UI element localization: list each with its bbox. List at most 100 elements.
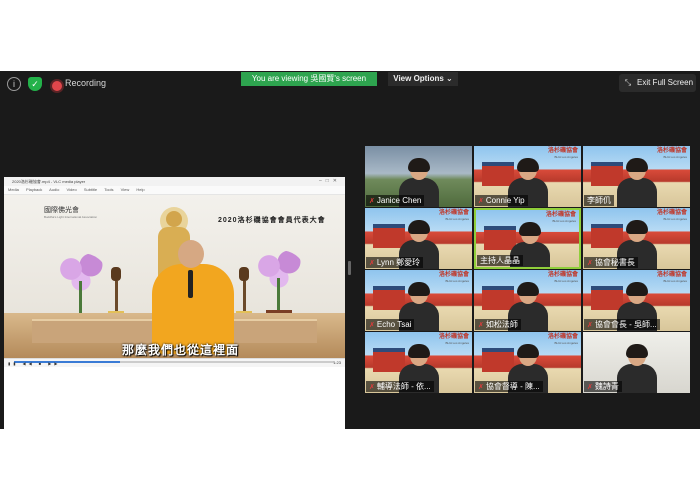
participant-tile[interactable]: 洛杉磯協會 BLIA Los Angeles ✗ Echo Tsai <box>365 270 472 331</box>
video-subtitle: 那麼我們也從這裡面 <box>122 343 240 357</box>
participant-name-tag: ✗ Janice Chen <box>366 195 425 206</box>
participant-name: 李師仉 <box>587 196 611 205</box>
player-controls: ▮▮ ◀◀ ■ ▶▶ 1:23 <box>4 358 345 367</box>
zoom-meeting-window: i ✓ Recording You are viewing 吳國賢's scre… <box>0 71 700 429</box>
participant-tile[interactable]: 洛杉磯協會 BLIA Los Angeles ✗ 協會秘書長 <box>583 208 690 269</box>
shield-icon[interactable]: ✓ <box>28 77 42 91</box>
recording-icon <box>50 79 64 93</box>
view-options-button[interactable]: View Options ⌄ <box>388 72 458 86</box>
participant-tile[interactable]: ✗ 魏詩青 <box>583 332 690 393</box>
player-menu-bar: Media Playback Audio Video Subtitle Tool… <box>4 186 345 195</box>
participant-tile[interactable]: 洛杉磯協會 BLIA Los Angeles ✗ 協會會長 - 吳師... <box>583 270 690 331</box>
participant-tile[interactable]: 洛杉磯協會 BLIA Los Angeles ✗ 協會督導 - 陳... <box>474 332 581 393</box>
muted-mic-icon: ✗ <box>587 260 593 267</box>
participant-name: Janice Chen <box>376 196 422 205</box>
brand-sub: BLIA Los Angeles <box>663 217 687 221</box>
playback-buttons[interactable]: ▮▮ ◀◀ ■ ▶▶ <box>8 361 60 366</box>
video-frame: 國際佛光會 Buddha's Light International Assoc… <box>4 195 345 358</box>
view-options-label: View Options ⌄ <box>393 74 453 83</box>
participant-video <box>617 344 657 393</box>
info-icon[interactable]: i <box>7 77 21 91</box>
brand-label: 洛杉磯協會 BLIA Los Angeles <box>548 334 578 346</box>
participant-name: 魏詩青 <box>594 382 619 391</box>
exit-full-screen-icon: ⤡ <box>624 78 632 87</box>
menu-item-tools[interactable]: Tools <box>104 187 113 192</box>
participant-name-tag: ✗ Echo Tsai <box>366 319 415 330</box>
logo-subtext: Buddha's Light International Association <box>44 215 98 219</box>
brand-label: 洛杉磯協會 BLIA Los Angeles <box>657 210 687 222</box>
menu-item-help[interactable]: Help <box>136 187 144 192</box>
brand-label: 洛杉磯協會 BLIA Los Angeles <box>546 212 576 224</box>
participant-gallery: ✗ Janice Chen 洛杉磯協會 BLIA Los Angeles ✗ Connie… <box>365 146 690 394</box>
participant-name-tag: ✗ Connie Yip <box>475 195 528 206</box>
brand-label: 洛杉磯協會 BLIA Los Angeles <box>657 148 687 160</box>
brand-sub: BLIA Los Angeles <box>554 341 578 345</box>
brand-sub: BLIA Los Angeles <box>445 217 469 221</box>
muted-mic-icon: ✗ <box>369 322 375 329</box>
participant-name: 輔導法師 - 依... <box>376 382 431 391</box>
brand-sub: BLIA Los Angeles <box>554 155 578 159</box>
brand-label: 洛杉磯協會 BLIA Los Angeles <box>439 334 469 346</box>
brand-label: 洛杉磯協會 BLIA Los Angeles <box>439 210 469 222</box>
muted-mic-icon: ✗ <box>369 384 375 391</box>
time-label: 1:23 <box>333 360 341 365</box>
participant-tile[interactable]: 洛杉磯協會 BLIA Los Angeles ✗ 輔導法師 - 依... <box>365 332 472 393</box>
brand-sub: BLIA Los Angeles <box>445 341 469 345</box>
participant-name: 主持人晶晶 <box>480 256 520 265</box>
menu-item-view[interactable]: View <box>121 187 130 192</box>
exit-full-screen-label: Exit Full Screen <box>637 78 694 87</box>
participant-name-tag: ✗ Lynn 鄭愛玲 <box>366 257 424 268</box>
muted-mic-icon: ✗ <box>369 198 375 205</box>
participant-name: Connie Yip <box>485 196 525 205</box>
blia-logo: 國際佛光會 Buddha's Light International Assoc… <box>44 205 97 219</box>
menu-item-media[interactable]: Media <box>8 187 19 192</box>
brand-label: 洛杉磯協會 BLIA Los Angeles <box>548 148 578 160</box>
brand-sub: BLIA Los Angeles <box>445 279 469 283</box>
menu-item-subtitle[interactable]: Subtitle <box>84 187 97 192</box>
menu-item-audio[interactable]: Audio <box>49 187 59 192</box>
participant-name-tag: ✗ 輔導法師 - 依... <box>366 381 434 392</box>
menu-item-playback[interactable]: Playback <box>26 187 42 192</box>
brand-sub: BLIA Los Angeles <box>663 279 687 283</box>
split-handle[interactable] <box>348 261 351 275</box>
participant-tile[interactable]: 洛杉磯協會 BLIA Los Angeles ✗ Lynn 鄭愛玲 <box>365 208 472 269</box>
exit-full-screen-button[interactable]: ⤡ Exit Full Screen <box>619 74 696 92</box>
participant-name-tag: ✗ 協會督導 - 陳... <box>475 381 543 392</box>
participant-tile[interactable]: 洛杉磯協會 BLIA Los Angeles 主持人晶晶 <box>474 208 581 269</box>
participant-tile[interactable]: 洛杉磯協會 BLIA Los Angeles ✗ Connie Yip <box>474 146 581 207</box>
participant-name: 協會會長 - 吳師... <box>594 320 657 329</box>
player-title-bar: 2020洛杉磯協會.mp4 - VLC media player –□✕ <box>4 177 345 186</box>
muted-mic-icon: ✗ <box>587 384 593 391</box>
participant-name: 協會督導 - 陳... <box>485 382 540 391</box>
meeting-top-bar: i ✓ Recording You are viewing 吳國賢's scre… <box>0 71 700 97</box>
brand-label: 洛杉磯協會 BLIA Los Angeles <box>657 272 687 284</box>
player-title: 2020洛杉磯協會.mp4 - VLC media player <box>12 179 86 184</box>
muted-mic-icon: ✗ <box>478 198 484 205</box>
participant-name: 協會秘書長 <box>594 258 635 267</box>
brand-label: 洛杉磯協會 BLIA Los Angeles <box>548 272 578 284</box>
participant-tile[interactable]: ✗ Janice Chen <box>365 146 472 207</box>
participant-name-tag: ✗ 協會秘書長 <box>584 257 638 268</box>
participant-name-tag: ✗ 如松法師 <box>475 319 521 330</box>
participant-tile[interactable]: 洛杉磯協會 BLIA Los Angeles 李師仉 <box>583 146 690 207</box>
muted-mic-icon: ✗ <box>587 322 593 329</box>
participant-name-tag: ✗ 協會會長 - 吳師... <box>584 319 660 330</box>
participant-name: Echo Tsai <box>376 320 412 329</box>
participant-name-tag: ✗ 魏詩青 <box>584 381 622 392</box>
speaker-monk <box>152 240 234 354</box>
participant-name-tag: 李師仉 <box>584 195 614 206</box>
muted-mic-icon: ✗ <box>369 260 375 267</box>
brand-sub: BLIA Los Angeles <box>552 219 576 223</box>
participant-name: Lynn 鄭愛玲 <box>376 258 421 267</box>
shared-screen: 2020洛杉磯協會.mp4 - VLC media player –□✕ Med… <box>4 177 345 429</box>
logo-text: 國際佛光會 <box>44 207 79 214</box>
seek-bar[interactable] <box>14 361 334 363</box>
window-controls[interactable]: –□✕ <box>319 177 341 186</box>
participant-name: 如松法師 <box>485 320 518 329</box>
recording-label: Recording <box>65 78 107 88</box>
menu-item-video[interactable]: Video <box>67 187 77 192</box>
event-title: 2020洛杉磯協會會員代表大會 <box>218 217 326 224</box>
brand-sub: BLIA Los Angeles <box>554 279 578 283</box>
participant-tile[interactable]: 洛杉磯協會 BLIA Los Angeles ✗ 如松法師 <box>474 270 581 331</box>
brand-label: 洛杉磯協會 BLIA Los Angeles <box>439 272 469 284</box>
